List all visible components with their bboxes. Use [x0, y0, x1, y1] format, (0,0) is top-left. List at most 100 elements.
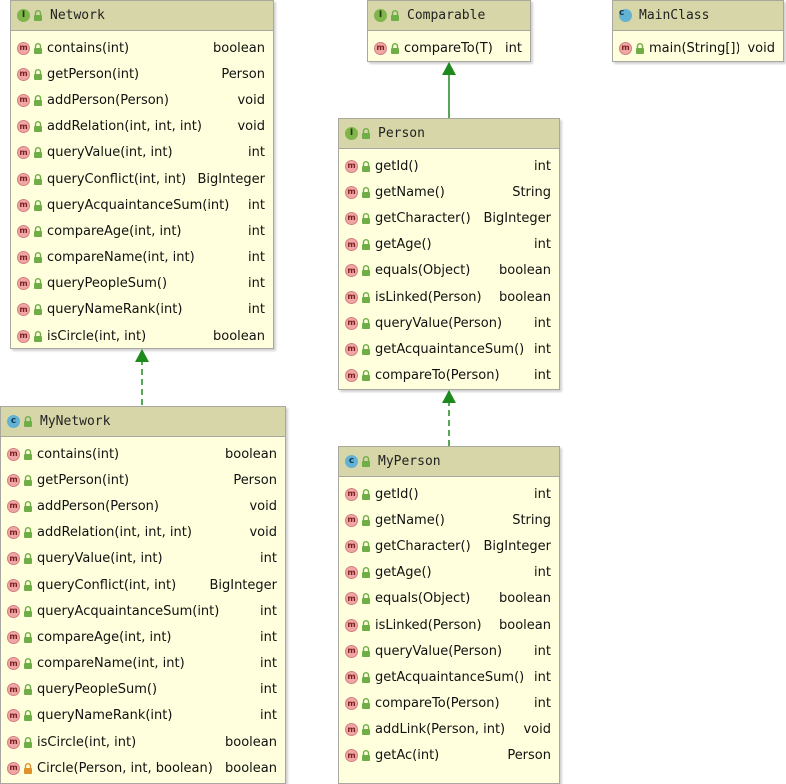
method-row[interactable]: m isCircle(int, int) boolean — [1, 729, 285, 755]
method-row[interactable]: m compareTo(T) int — [368, 35, 530, 61]
method-row[interactable]: m getPerson(int) Person — [1, 467, 285, 493]
method-row[interactable]: m queryValue(Person) int — [339, 310, 559, 336]
class-box-person[interactable]: I Person m getId() int m getName() String m getCh… — [338, 118, 560, 390]
method-icon: m — [345, 749, 358, 763]
method-icon: m — [345, 592, 358, 606]
method-row[interactable]: m getAc(int) Person — [339, 743, 559, 769]
method-row[interactable]: m isCircle(int, int) boolean — [11, 323, 273, 349]
method-icon: m — [7, 552, 20, 566]
method-list: m contains(int) boolean m getPerson(int) Pers… — [1, 437, 285, 781]
method-row[interactable]: m getName() String — [339, 507, 559, 533]
method-row[interactable]: m queryNameRank(int) int — [1, 703, 285, 729]
method-row[interactable]: m compareTo(Person) int — [339, 691, 559, 717]
method-row[interactable]: m getCharacter() BigInteger — [339, 533, 559, 559]
public-lock-icon — [33, 330, 43, 342]
method-row[interactable]: m queryPeopleSum() int — [1, 677, 285, 703]
method-row[interactable]: m equals(Object) boolean — [339, 586, 559, 612]
method-row[interactable]: m queryAcquaintanceSum(int) int — [11, 192, 273, 218]
method-name: isLinked(Person) — [375, 289, 482, 305]
public-lock-icon — [361, 671, 371, 683]
method-row[interactable]: m addPerson(Person) void — [11, 87, 273, 113]
public-lock-icon — [33, 121, 43, 133]
method-row[interactable]: m addRelation(int, int, int) void — [1, 520, 285, 546]
method-row[interactable]: m compareAge(int, int) int — [11, 218, 273, 244]
public-lock-icon — [33, 94, 43, 106]
method-icon: m — [17, 93, 30, 107]
public-lock-icon — [23, 736, 33, 748]
method-row[interactable]: m isLinked(Person) boolean — [339, 284, 559, 310]
method-name: getAge() — [375, 237, 432, 253]
method-row[interactable]: m addPerson(Person) void — [1, 493, 285, 519]
class-name: Network — [50, 8, 105, 23]
method-icon: m — [345, 539, 358, 553]
method-row[interactable]: m getAge() int — [339, 560, 559, 586]
method-row[interactable]: m getName() String — [339, 179, 559, 205]
method-return-type: boolean — [213, 328, 265, 344]
public-lock-icon — [361, 160, 371, 172]
method-name: getCharacter() — [375, 210, 471, 226]
method-row[interactable]: m queryPeopleSum() int — [11, 271, 273, 297]
class-header[interactable]: I Comparable — [368, 1, 530, 31]
class-header[interactable]: c MainClass — [613, 1, 783, 31]
method-row[interactable]: m queryValue(int, int) int — [1, 546, 285, 572]
method-row[interactable]: m getId() int — [339, 481, 559, 507]
method-icon: m — [345, 723, 358, 737]
method-row[interactable]: m queryValue(Person) int — [339, 638, 559, 664]
method-row[interactable]: m getAcquaintanceSum() int — [339, 336, 559, 362]
method-row[interactable]: m queryConflict(int, int) BigInteger — [1, 572, 285, 598]
method-name: addPerson(Person) — [47, 92, 169, 108]
method-row[interactable]: m getCharacter() BigInteger — [339, 205, 559, 231]
method-icon: m — [374, 41, 387, 55]
public-lock-icon — [23, 527, 33, 539]
public-lock-icon — [361, 567, 371, 579]
class-header[interactable]: I Person — [339, 119, 559, 149]
method-name: compareAge(int, int) — [47, 223, 182, 239]
method-row[interactable]: m compareAge(int, int) int — [1, 624, 285, 650]
class-box-mynetwork[interactable]: c MyNetwork m contains(int) boolean m getPerso… — [0, 406, 286, 784]
method-row[interactable]: m getId() int — [339, 153, 559, 179]
method-list: m contains(int) boolean m getPerson(int) Pers… — [11, 31, 273, 349]
method-return-type: int — [534, 315, 551, 331]
method-icon: m — [345, 618, 358, 632]
method-icon: m — [17, 41, 30, 55]
method-name: queryAcquaintanceSum(int) — [37, 603, 220, 619]
class-header[interactable]: c MyPerson — [339, 447, 559, 477]
method-return-type: int — [260, 603, 277, 619]
method-row[interactable]: m getAge() int — [339, 232, 559, 258]
method-icon: m — [345, 290, 358, 304]
public-lock-icon — [33, 68, 43, 80]
method-row[interactable]: m isLinked(Person) boolean — [339, 612, 559, 638]
method-name: getAcquaintanceSum() — [375, 669, 525, 685]
method-row[interactable]: m contains(int) boolean — [11, 35, 273, 61]
method-return-type: int — [260, 708, 277, 724]
class-box-network[interactable]: I Network m contains(int) boolean m getPerson(… — [10, 0, 274, 349]
class-header[interactable]: c MyNetwork — [1, 407, 285, 437]
method-row[interactable]: m getAcquaintanceSum() int — [339, 664, 559, 690]
method-icon: m — [7, 473, 20, 487]
method-return-type: int — [534, 341, 551, 357]
method-row[interactable]: m compareName(int, int) int — [11, 245, 273, 271]
method-row[interactable]: m compareName(int, int) int — [1, 651, 285, 677]
class-box-myperson[interactable]: c MyPerson m getId() int m getName() String m get… — [338, 446, 560, 784]
method-row[interactable]: m addLink(Person, int) void — [339, 717, 559, 743]
method-row[interactable]: m queryNameRank(int) int — [11, 297, 273, 323]
public-lock-icon — [33, 199, 43, 211]
method-row[interactable]: m equals(Object) boolean — [339, 258, 559, 284]
method-row[interactable]: m main(String[]) void — [613, 35, 783, 61]
method-icon: m — [17, 67, 30, 81]
class-box-comparable[interactable]: I Comparable m compareTo(T) int — [367, 0, 531, 62]
method-row[interactable]: m compareTo(Person) int — [339, 363, 559, 389]
class-header[interactable]: I Network — [11, 1, 273, 31]
method-return-type: int — [248, 197, 265, 213]
class-icon: c — [7, 415, 20, 428]
method-row[interactable]: m addRelation(int, int, int) void — [11, 114, 273, 140]
class-box-mainclass[interactable]: c MainClass m main(String[]) void — [612, 0, 784, 62]
method-row[interactable]: m queryAcquaintanceSum(int) int — [1, 598, 285, 624]
method-row[interactable]: m queryConflict(int, int) BigInteger — [11, 166, 273, 192]
method-name: queryAcquaintanceSum(int) — [47, 197, 230, 213]
method-row[interactable]: m contains(int) boolean — [1, 441, 285, 467]
method-row[interactable]: m queryValue(int, int) int — [11, 140, 273, 166]
class-name: Comparable — [407, 8, 486, 23]
method-row[interactable]: m Circle(Person, int, boolean) boolean — [1, 755, 285, 781]
method-row[interactable]: m getPerson(int) Person — [11, 61, 273, 87]
